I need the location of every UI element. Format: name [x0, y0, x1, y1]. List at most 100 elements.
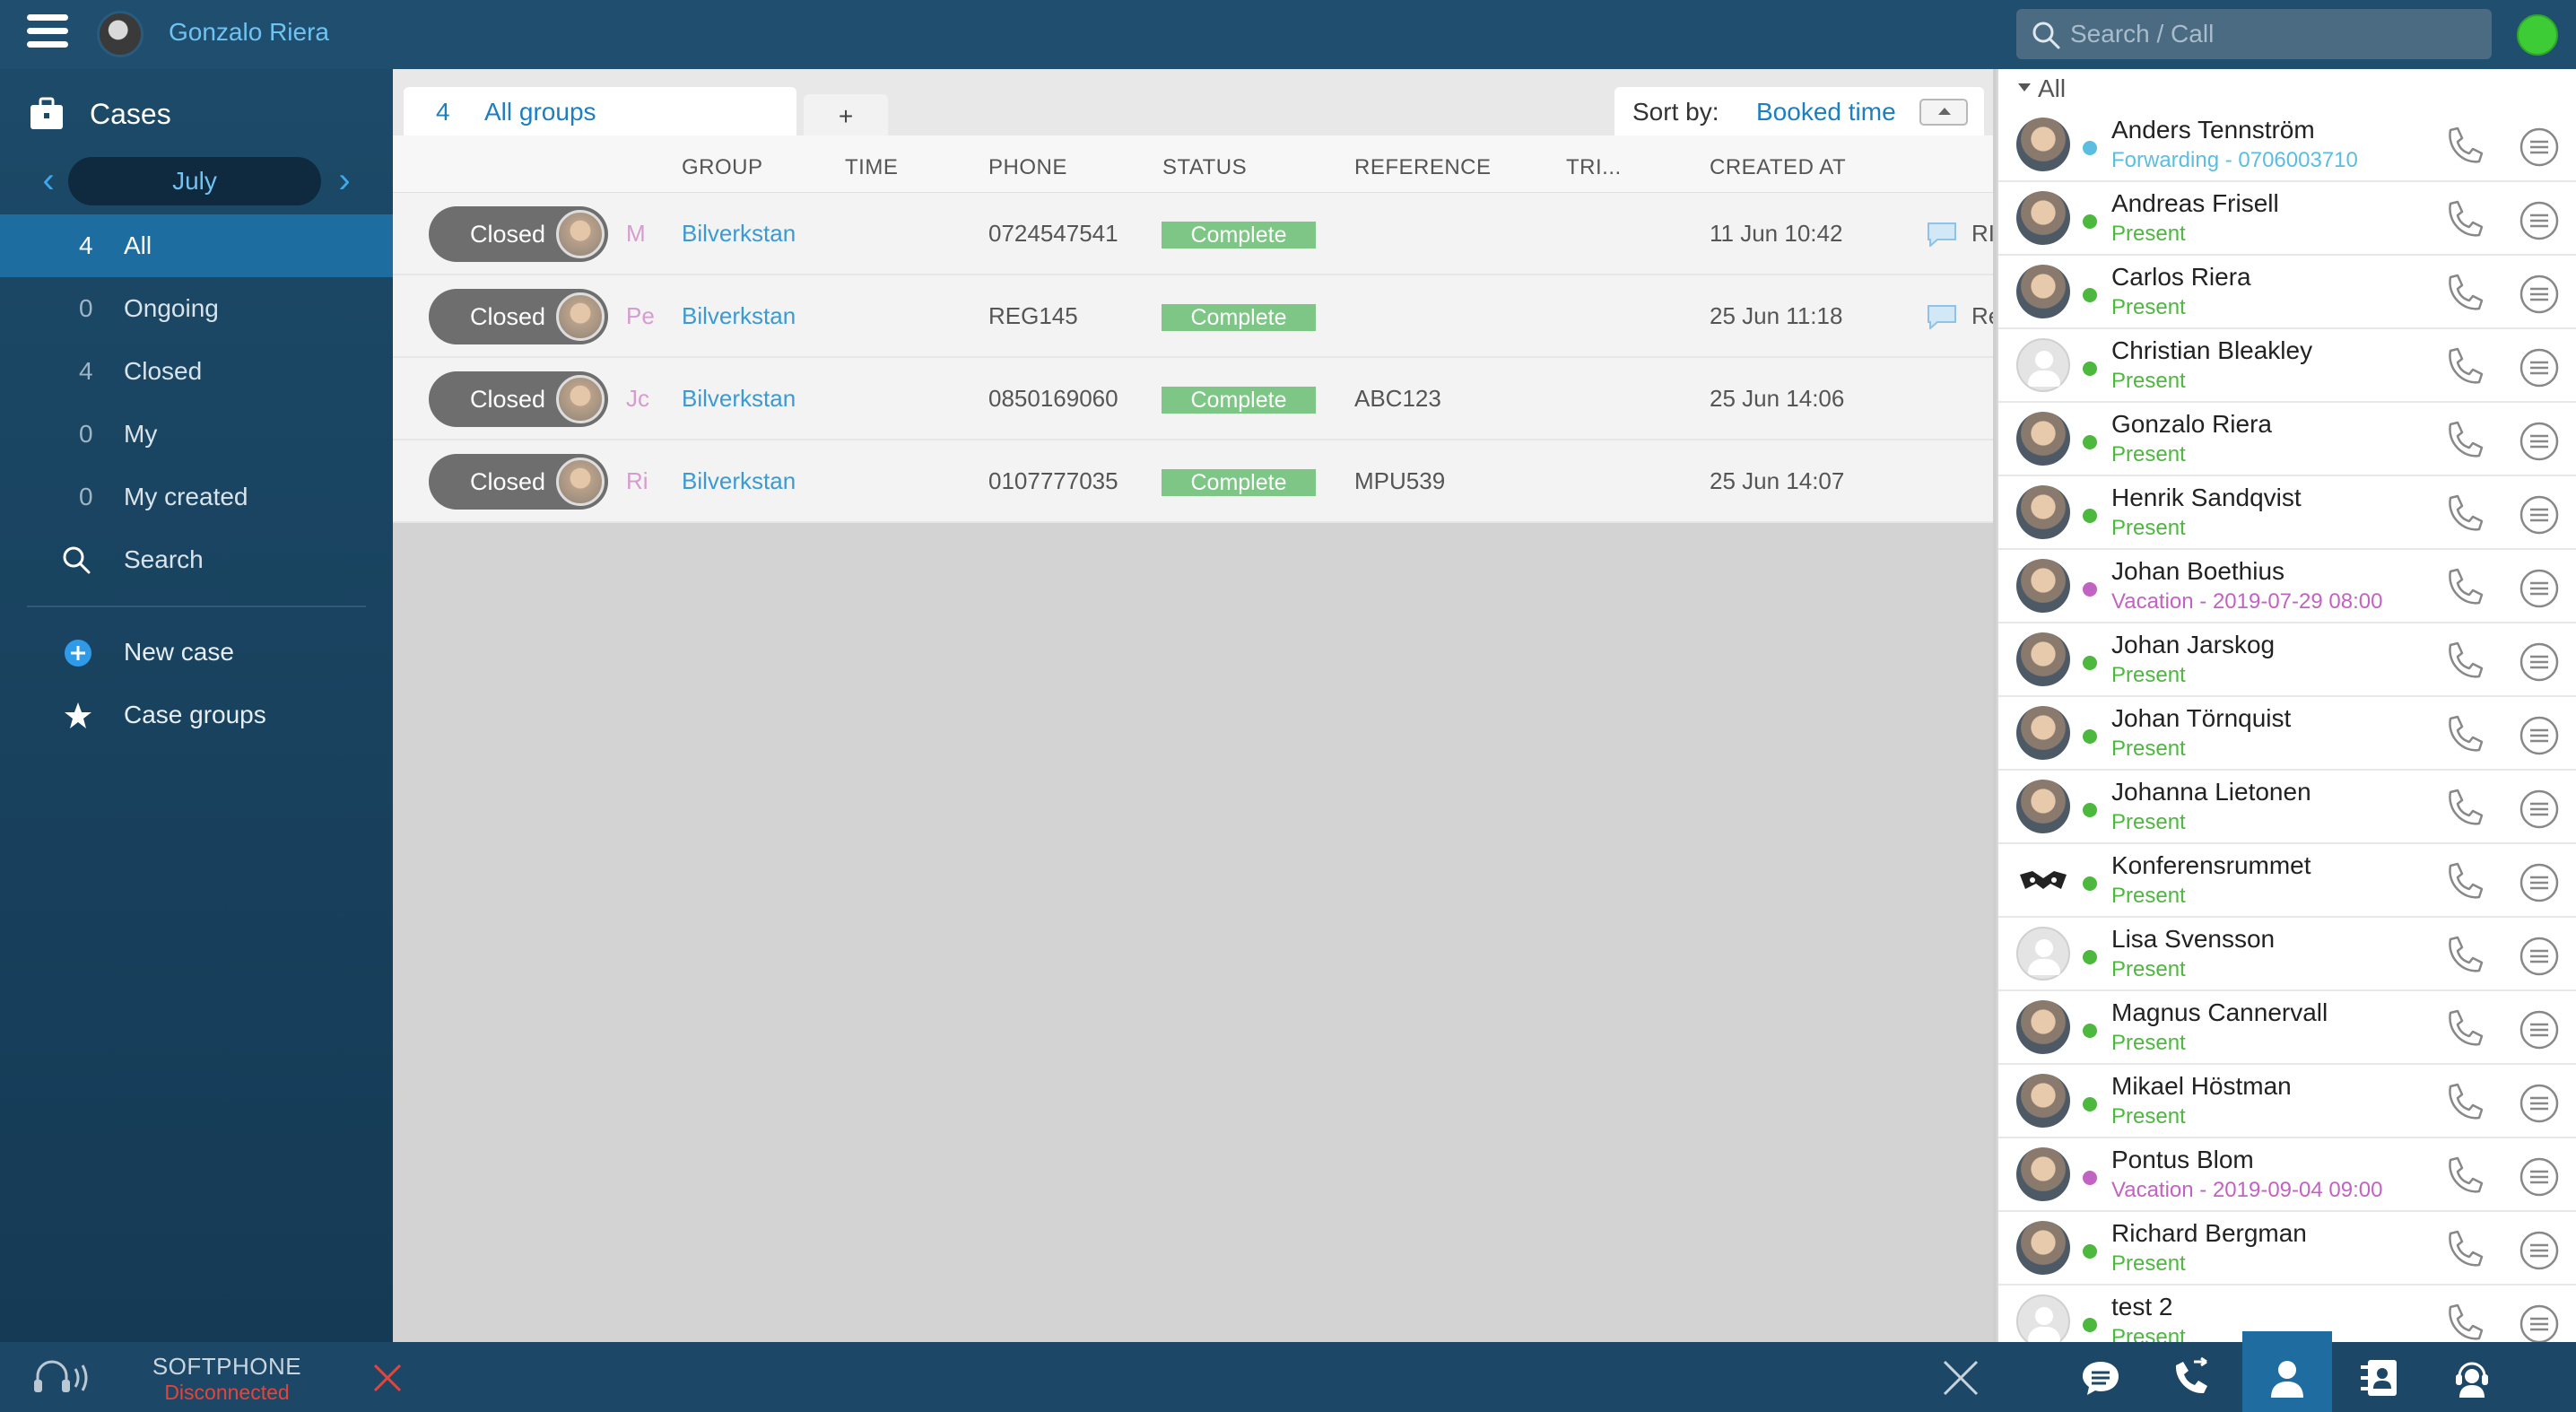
search-cases[interactable]: Search [0, 528, 393, 591]
contact-row[interactable]: Johan Törnquist Present [1998, 697, 2576, 771]
sort-direction-toggle[interactable] [1919, 99, 1968, 126]
prev-month-button[interactable]: ‹ [30, 162, 66, 198]
message-icon[interactable] [2519, 1009, 2560, 1050]
message-icon[interactable] [2519, 641, 2560, 683]
message-icon[interactable] [2519, 936, 2560, 977]
column-header-created-at[interactable]: CREATED AT [1710, 155, 1846, 180]
contact-row[interactable]: Konferensrummet Present [1998, 844, 2576, 918]
avatar[interactable] [97, 11, 144, 57]
contact-book-icon[interactable] [2357, 1356, 2400, 1399]
group-link[interactable]: Bilverkstan [682, 302, 796, 330]
contact-row[interactable]: Johan Boethius Vacation - 2019-07-29 08:0… [1998, 550, 2576, 623]
contact-row[interactable]: Johanna Lietonen Present [1998, 771, 2576, 844]
table-row[interactable]: Closed Pe Bilverkstan REG145 Complete 25… [393, 275, 1993, 358]
support-agent-icon[interactable] [2450, 1356, 2493, 1399]
phone-icon[interactable] [2441, 1228, 2485, 1271]
contacts-group-header[interactable]: All [1998, 69, 2576, 109]
tab-all-groups[interactable]: 4 All groups [404, 87, 796, 137]
case-state-pill[interactable]: Closed [429, 371, 608, 427]
comment-icon[interactable] [1927, 222, 1957, 247]
message-icon[interactable] [2519, 421, 2560, 462]
case-state-pill[interactable]: Closed [429, 289, 608, 344]
phone-icon[interactable] [2441, 272, 2485, 315]
search-call-box[interactable] [2016, 9, 2492, 59]
table-row[interactable]: Closed Jc Bilverkstan 0850169060 Complet… [393, 358, 1993, 440]
message-icon[interactable] [2519, 494, 2560, 536]
menu-icon[interactable] [27, 14, 68, 54]
phone-icon[interactable] [2441, 492, 2485, 536]
contact-row[interactable]: Henrik Sandqvist Present [1998, 476, 2576, 550]
message-icon[interactable] [2519, 862, 2560, 903]
contact-row[interactable]: Pontus Blom Vacation - 2019-09-04 09:00 [1998, 1138, 2576, 1212]
phone-icon[interactable] [2441, 1007, 2485, 1050]
contact-row[interactable]: Richard Bergman Present [1998, 1212, 2576, 1286]
current-user-name[interactable]: Gonzalo Riera [169, 18, 329, 47]
filter-closed[interactable]: 4 Closed [0, 340, 393, 403]
add-tab-button[interactable]: + [804, 94, 888, 137]
table-row[interactable]: Closed M Bilverkstan 0724547541 Complete… [393, 193, 1993, 275]
comment-icon[interactable] [1927, 304, 1957, 329]
phone-icon[interactable] [2441, 198, 2485, 241]
message-icon[interactable] [2519, 1303, 2560, 1342]
column-header-reference[interactable]: REFERENCE [1354, 155, 1492, 180]
case-state-pill[interactable]: Closed [429, 454, 608, 510]
phone-icon[interactable] [2441, 713, 2485, 756]
phone-icon[interactable] [2441, 934, 2485, 977]
search-call-input[interactable] [2070, 16, 2474, 52]
filter-all[interactable]: 4 All [0, 214, 402, 277]
table-row[interactable]: Closed Ri Bilverkstan 0107777035 Complet… [393, 440, 1993, 523]
column-header-group[interactable]: GROUP [682, 155, 763, 180]
softphone-status[interactable]: SOFTPHONE Disconnected [151, 1353, 303, 1405]
close-icon[interactable] [370, 1360, 405, 1396]
filter-ongoing[interactable]: 0 Ongoing [0, 277, 393, 340]
message-icon[interactable] [2519, 347, 2560, 388]
column-header-time[interactable]: TIME [845, 155, 898, 180]
phone-icon[interactable] [2441, 125, 2485, 168]
case-state-pill[interactable]: Closed [429, 206, 608, 262]
phone-icon[interactable] [2441, 1155, 2485, 1198]
column-header-tri[interactable]: TRI... [1566, 155, 1622, 180]
contact-row[interactable]: Magnus Cannervall Present [1998, 991, 2576, 1065]
headset-icon[interactable] [30, 1356, 97, 1399]
contact-row[interactable]: Carlos Riera Present [1998, 256, 2576, 329]
next-month-button[interactable]: › [326, 162, 362, 198]
column-header-status[interactable]: STATUS [1162, 155, 1247, 180]
phone-icon[interactable] [2441, 1081, 2485, 1124]
message-icon[interactable] [2519, 789, 2560, 830]
message-icon[interactable] [2519, 274, 2560, 315]
call-transfer-icon[interactable] [2169, 1356, 2212, 1399]
message-icon[interactable] [2519, 126, 2560, 168]
filter-my-created[interactable]: 0 My created [0, 466, 393, 528]
message-icon[interactable] [2519, 1156, 2560, 1198]
group-link[interactable]: Bilverkstan [682, 467, 796, 495]
phone-icon[interactable] [2441, 787, 2485, 830]
group-link[interactable]: Bilverkstan [682, 220, 796, 248]
contact-row[interactable]: Andreas Frisell Present [1998, 182, 2576, 256]
group-link[interactable]: Bilverkstan [682, 385, 796, 413]
phone-icon[interactable] [2441, 640, 2485, 683]
contact-row[interactable]: Mikael Höstman Present [1998, 1065, 2576, 1138]
tab-contacts-active[interactable] [2242, 1331, 2332, 1412]
contact-row[interactable]: Anders Tennström Forwarding - 0706003710 [1998, 109, 2576, 182]
case-groups-button[interactable]: Case groups [0, 684, 393, 747]
phone-icon[interactable] [2441, 860, 2485, 903]
phone-icon[interactable] [2441, 566, 2485, 609]
message-icon[interactable] [2519, 715, 2560, 756]
phone-icon[interactable] [2441, 419, 2485, 462]
filter-my[interactable]: 0 My [0, 403, 393, 466]
contact-row[interactable]: Lisa Svensson Present [1998, 918, 2576, 991]
presence-status-indicator[interactable] [2517, 14, 2558, 56]
contact-row[interactable]: Christian Bleakley Present [1998, 329, 2576, 403]
phone-icon[interactable] [2441, 345, 2485, 388]
contact-row[interactable]: Johan Jarskog Present [1998, 623, 2576, 697]
phone-icon[interactable] [2441, 1302, 2485, 1342]
column-header-phone[interactable]: PHONE [988, 155, 1067, 180]
chat-icon[interactable] [2079, 1356, 2122, 1399]
message-icon[interactable] [2519, 568, 2560, 609]
message-icon[interactable] [2519, 200, 2560, 241]
new-case-button[interactable]: New case [0, 622, 393, 684]
sort-value[interactable]: Booked time [1756, 87, 1896, 137]
message-icon[interactable] [2519, 1083, 2560, 1124]
message-icon[interactable] [2519, 1230, 2560, 1271]
contact-row[interactable]: Gonzalo Riera Present [1998, 403, 2576, 476]
